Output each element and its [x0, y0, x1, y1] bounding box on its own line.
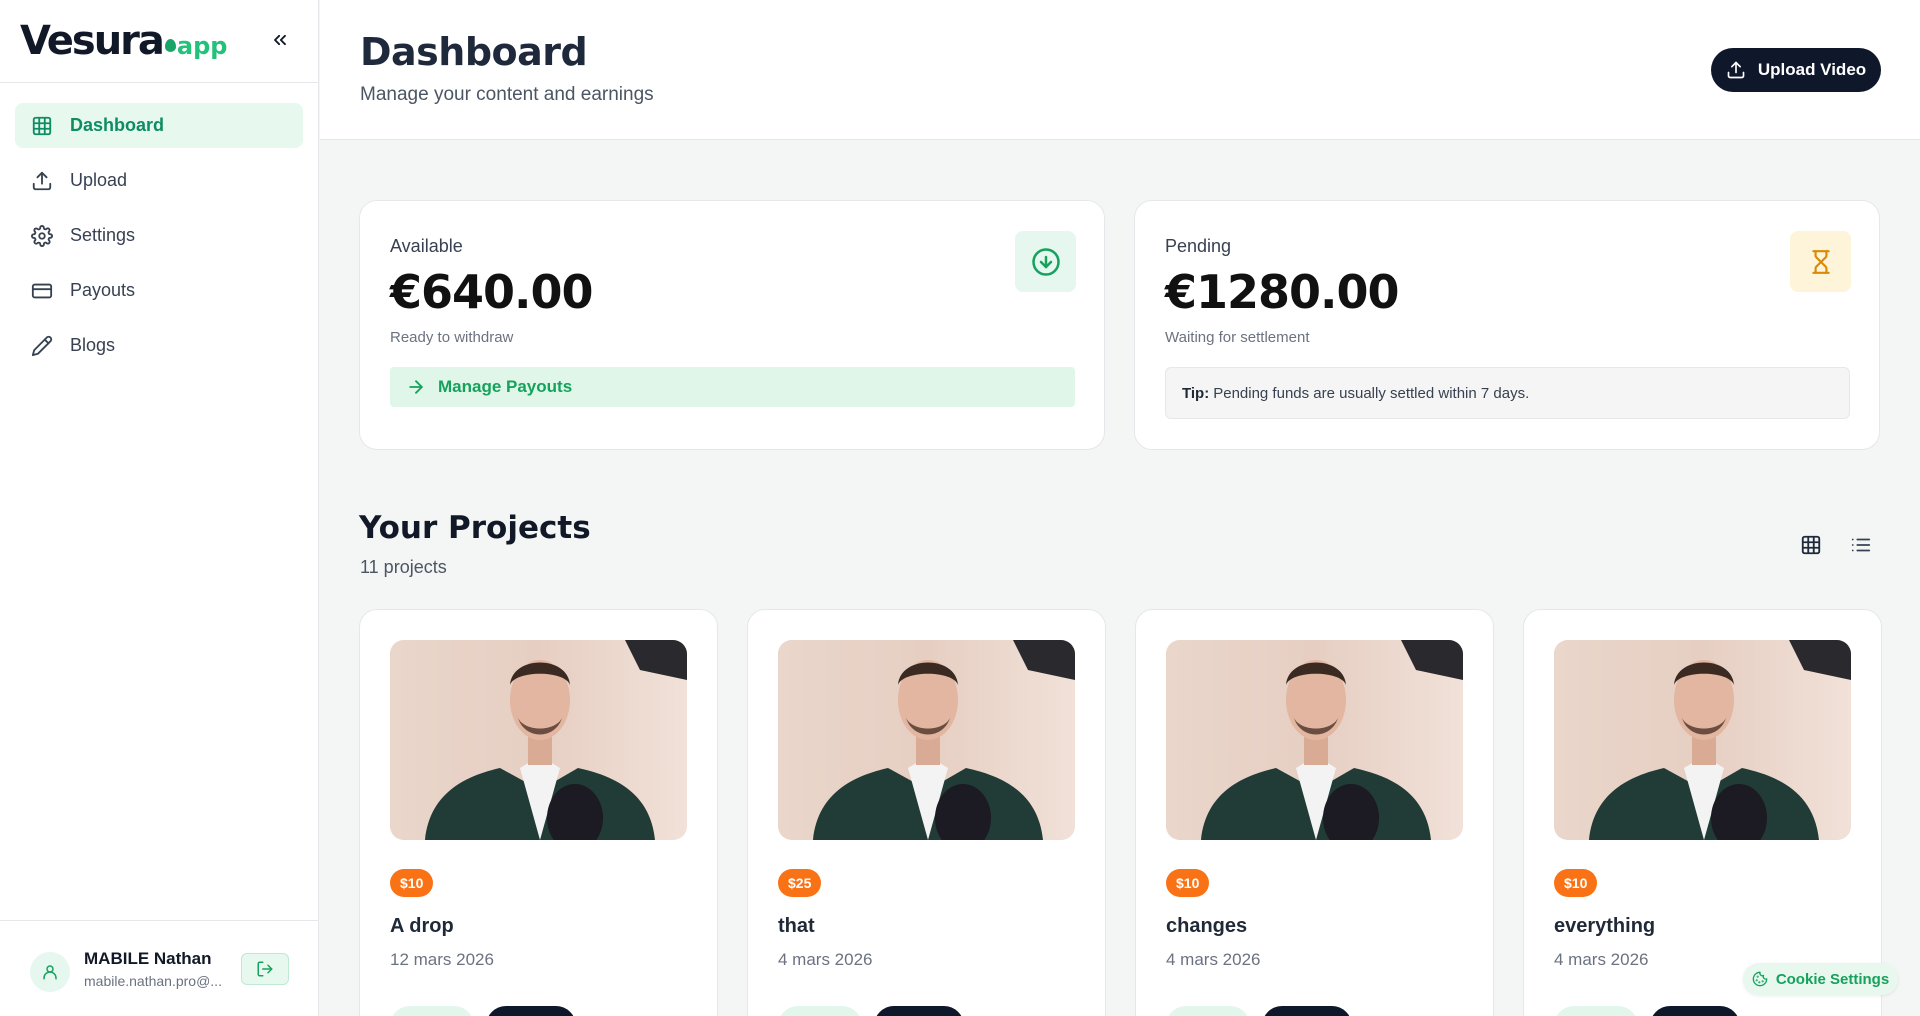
- sidebar-item-label: Dashboard: [70, 115, 165, 135]
- available-balance-card: Available €640.00 Ready to withdraw Mana…: [359, 200, 1105, 450]
- list-view-button[interactable]: [1841, 525, 1881, 565]
- user-profile: MABILE Nathan mabile.nathan.pro@...: [0, 920, 319, 1016]
- user-info: MABILE Nathan mabile.nathan.pro@...: [84, 949, 229, 990]
- balance-icon-box: [1015, 231, 1076, 292]
- sidebar-item-label: Payouts: [70, 280, 136, 300]
- project-card[interactable]: $10 A drop 12 mars 2026: [359, 609, 718, 1016]
- price-badge: $10: [1166, 869, 1210, 897]
- project-date: 4 mars 2026: [1166, 950, 1261, 969]
- droplet-icon: [164, 39, 176, 52]
- sidebar-item-label: Blogs: [70, 335, 116, 355]
- project-action-button[interactable]: [1166, 1006, 1250, 1016]
- project-date: 12 mars 2026: [390, 950, 494, 969]
- project-name: A drop: [390, 915, 454, 937]
- project-secondary-button[interactable]: [1262, 1006, 1352, 1016]
- projects-title: Your Projects: [359, 510, 591, 546]
- upload-icon: [1726, 60, 1746, 80]
- project-name: that: [778, 915, 815, 937]
- price-badge: $25: [778, 869, 822, 897]
- tip-text: Pending funds are usually settled within…: [1213, 384, 1530, 402]
- user-icon: [43, 965, 57, 980]
- project-date: 4 mars 2026: [778, 950, 873, 969]
- gear-icon: [30, 224, 54, 248]
- balance-note: Ready to withdraw: [390, 329, 514, 346]
- hourglass-icon: [1811, 249, 1830, 274]
- balance-amount: €1280.00: [1165, 265, 1400, 319]
- page-header: Dashboard Manage your content and earnin…: [320, 0, 1920, 140]
- project-card[interactable]: $25 that 4 mars 2026: [747, 609, 1106, 1016]
- sidebar-item-label: Settings: [70, 225, 136, 245]
- sidebar-item-payouts[interactable]: Payouts: [15, 268, 303, 313]
- list-icon: [1851, 538, 1871, 552]
- project-card[interactable]: $10 everything 4 mars 2026: [1523, 609, 1882, 1016]
- projects-count: 11 projects: [360, 557, 447, 577]
- project-thumbnail[interactable]: [778, 640, 1075, 840]
- balance-note: Waiting for settlement: [1165, 329, 1310, 346]
- avatar[interactable]: [30, 952, 70, 992]
- grid-icon: [1801, 535, 1821, 555]
- sidebar-item-blogs[interactable]: Blogs: [15, 323, 303, 368]
- collapse-sidebar-button[interactable]: [268, 28, 292, 52]
- project-secondary-button[interactable]: [1650, 1006, 1740, 1016]
- cookie-settings-label: Cookie Settings: [1775, 970, 1890, 988]
- sidebar: Vesura app Dashboard Upload Settings Pay…: [0, 0, 319, 1016]
- tip-box: Tip: Pending funds are usually settled w…: [1165, 367, 1850, 419]
- arrow-right-icon: [406, 377, 426, 397]
- balance-icon-box: [1790, 231, 1851, 292]
- balance-label: Available: [390, 236, 463, 256]
- project-name: changes: [1166, 915, 1248, 937]
- balance-label: Pending: [1165, 236, 1232, 256]
- brand-logo[interactable]: Vesura app: [20, 18, 227, 64]
- sidebar-item-dashboard[interactable]: Dashboard: [15, 103, 303, 148]
- logout-button[interactable]: [241, 953, 289, 985]
- project-action-button[interactable]: [1554, 1006, 1638, 1016]
- pencil-icon: [30, 334, 54, 358]
- brand-name: Vesura: [20, 18, 165, 64]
- chevrons-left-icon: [274, 34, 286, 46]
- upload-video-button[interactable]: Upload Video: [1711, 48, 1881, 92]
- sidebar-item-upload[interactable]: Upload: [15, 158, 303, 203]
- upload-icon: [30, 169, 54, 193]
- logo-row: Vesura app: [0, 0, 318, 83]
- sidebar-nav: Dashboard Upload Settings Payouts Blogs: [0, 83, 318, 398]
- manage-payouts-button[interactable]: Manage Payouts: [390, 367, 1075, 407]
- project-thumbnail[interactable]: [1166, 640, 1463, 840]
- user-name: MABILE Nathan: [84, 949, 212, 968]
- project-date: 4 mars 2026: [1554, 950, 1649, 969]
- project-thumbnail[interactable]: [1554, 640, 1851, 840]
- grid-icon: [30, 114, 54, 138]
- upload-video-label: Upload Video: [1757, 60, 1867, 79]
- grid-view-button[interactable]: [1791, 525, 1831, 565]
- project-action-button[interactable]: [778, 1006, 862, 1016]
- project-secondary-button[interactable]: [486, 1006, 576, 1016]
- price-badge: $10: [1554, 869, 1598, 897]
- tip-label: Tip:: [1182, 384, 1210, 402]
- sidebar-item-label: Upload: [70, 170, 128, 190]
- price-badge: $10: [390, 869, 434, 897]
- project-secondary-button[interactable]: [874, 1006, 964, 1016]
- credit-card-icon: [30, 279, 54, 303]
- balance-amount: €640.00: [390, 265, 594, 319]
- sidebar-item-settings[interactable]: Settings: [15, 213, 303, 258]
- manage-payouts-label: Manage Payouts: [438, 377, 573, 396]
- project-action-button[interactable]: [390, 1006, 474, 1016]
- cookie-settings-button[interactable]: Cookie Settings: [1743, 963, 1898, 995]
- arrow-down-circle-icon: [1031, 247, 1060, 276]
- cookie-icon: [1752, 971, 1768, 987]
- page-title: Dashboard: [360, 30, 588, 74]
- logout-icon: [257, 961, 273, 977]
- page-subtitle: Manage your content and earnings: [360, 84, 654, 105]
- brand-suffix: app: [176, 32, 228, 60]
- project-thumbnail[interactable]: [390, 640, 687, 840]
- user-email: mabile.nathan.pro@...: [84, 973, 222, 989]
- project-card[interactable]: $10 changes 4 mars 2026: [1135, 609, 1494, 1016]
- pending-balance-card: Pending €1280.00 Waiting for settlement …: [1134, 200, 1880, 450]
- project-name: everything: [1554, 915, 1656, 937]
